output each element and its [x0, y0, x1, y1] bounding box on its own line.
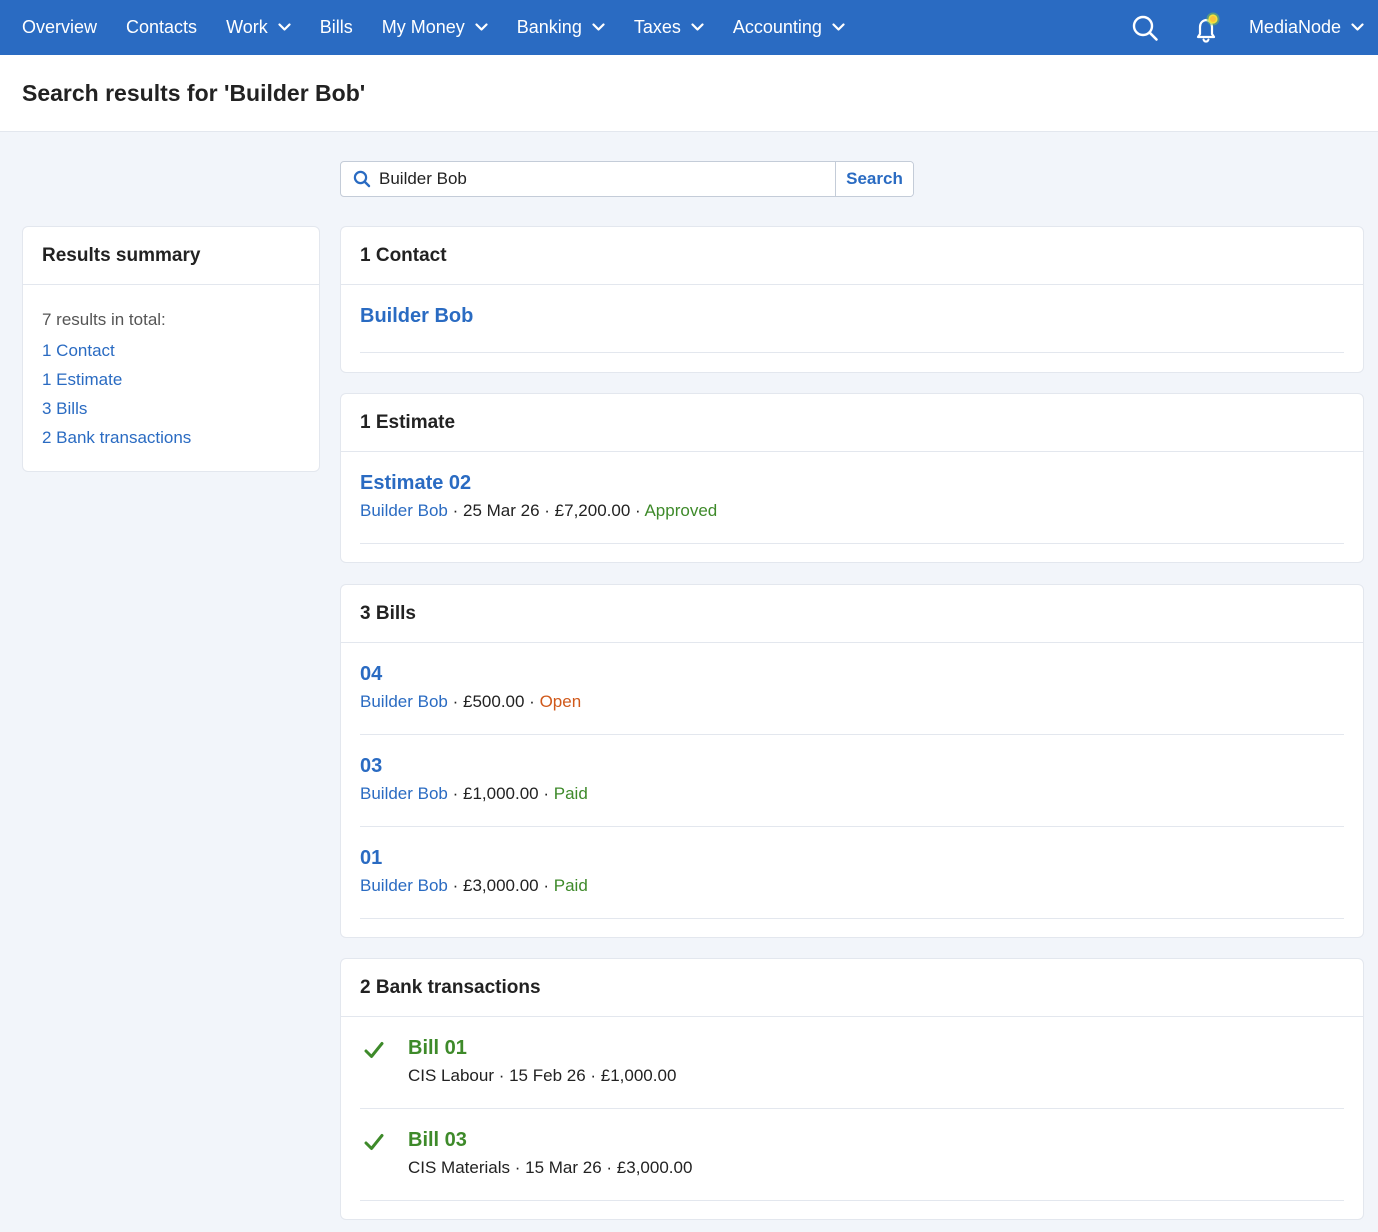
list-item: 01 Builder Bob · £3,000.00 · Paid: [360, 827, 1344, 919]
separator: ·: [538, 876, 554, 895]
estimate-link[interactable]: Estimate 02: [360, 472, 471, 494]
separator: ·: [630, 501, 645, 520]
nav-overview[interactable]: Overview: [22, 17, 97, 38]
list-item: 03 Builder Bob · £1,000.00 · Paid: [360, 735, 1344, 827]
nav-work[interactable]: Work: [226, 17, 291, 38]
estimates-heading: 1 Estimate: [341, 394, 1363, 452]
bank-transaction-link[interactable]: Bill 01: [408, 1037, 467, 1059]
results-summary-heading: Results summary: [23, 227, 319, 285]
nav-contacts[interactable]: Contacts: [126, 17, 197, 38]
account-name: MediaNode: [1248, 17, 1341, 37]
chevron-down-icon: [691, 23, 704, 31]
account-menu[interactable]: MediaNode: [1249, 17, 1364, 38]
separator: ·: [447, 784, 463, 803]
separator: ·: [447, 501, 463, 520]
estimates-results-card: 1 Estimate Estimate 02 Builder Bob · 25 …: [340, 393, 1364, 563]
nav-work-label: Work: [226, 17, 268, 37]
separator: ·: [447, 876, 463, 895]
separator: ·: [538, 784, 554, 803]
status-badge: Paid: [553, 876, 588, 895]
summary-link-estimates[interactable]: 1 Estimate: [42, 365, 300, 394]
list-item: Bill 03 CIS Materials · 15 Mar 26 · £3,0…: [360, 1109, 1344, 1201]
separator: ·: [524, 692, 540, 711]
bill-link[interactable]: 03: [360, 755, 382, 777]
status-badge: Paid: [553, 784, 588, 803]
bank-transaction-meta: CIS Labour · 15 Feb 26 · £1,000.00: [408, 1066, 677, 1085]
bill-amount: £3,000.00: [463, 876, 539, 895]
nav-bills[interactable]: Bills: [320, 17, 353, 38]
list-item: Estimate 02 Builder Bob · 25 Mar 26 · £7…: [360, 452, 1344, 544]
nav-overview-label: Overview: [22, 17, 98, 37]
status-badge: Open: [539, 692, 582, 711]
bill-link[interactable]: 01: [360, 847, 382, 869]
bill-meta: Builder Bob · £500.00 · Open: [360, 692, 1344, 712]
nav-contacts-label: Contacts: [126, 17, 198, 37]
bell-notification-icon[interactable]: [1189, 11, 1223, 45]
nav-banking-label: Banking: [516, 17, 582, 37]
nav-actions: MediaNode: [1131, 0, 1378, 55]
bill-contact-link[interactable]: Builder Bob: [360, 784, 448, 803]
bank-transaction-meta: CIS Materials · 15 Mar 26 · £3,000.00: [408, 1158, 693, 1177]
bills-results-card: 3 Bills 04 Builder Bob · £500.00 · Open …: [340, 584, 1364, 938]
nav-my-money[interactable]: My Money: [382, 17, 488, 38]
summary-link-bills[interactable]: 3 Bills: [42, 394, 300, 423]
chevron-down-icon: [1351, 23, 1364, 31]
list-item: 04 Builder Bob · £500.00 · Open: [360, 643, 1344, 735]
estimate-meta: Builder Bob · 25 Mar 26 · £7,200.00 · Ap…: [360, 501, 1344, 521]
contacts-heading: 1 Contact: [341, 227, 1363, 285]
bill-link[interactable]: 04: [360, 663, 382, 685]
search-button[interactable]: Search: [835, 162, 913, 196]
check-icon: [364, 1042, 384, 1058]
estimate-amount: £7,200.00: [554, 501, 631, 520]
separator: ·: [539, 501, 555, 520]
nav-my-money-label: My Money: [381, 17, 465, 37]
results-total-text: 7 results in total:: [42, 310, 166, 329]
search-form: Search: [340, 161, 914, 197]
bank-transactions-results-card: 2 Bank transactions Bill 01 CIS Labour ·…: [340, 958, 1364, 1220]
search-icon: [353, 170, 371, 188]
list-item: Bill 01 CIS Labour · 15 Feb 26 · £1,000.…: [360, 1017, 1344, 1109]
bill-contact-link[interactable]: Builder Bob: [360, 692, 448, 711]
top-navigation-bar: Overview Contacts Work Bills My Money Ba…: [0, 0, 1378, 55]
bill-amount: £500.00: [463, 692, 525, 711]
results-summary-card: Results summary 7 results in total: 1 Co…: [22, 226, 320, 472]
bill-meta: Builder Bob · £1,000.00 · Paid: [360, 784, 1344, 804]
nav-taxes-label: Taxes: [633, 17, 681, 37]
bill-amount: £1,000.00: [463, 784, 539, 803]
chevron-down-icon: [592, 23, 605, 31]
page-header: Search results for 'Builder Bob': [0, 55, 1378, 132]
estimate-contact-link[interactable]: Builder Bob: [360, 501, 448, 520]
bill-contact-link[interactable]: Builder Bob: [360, 876, 448, 895]
nav-banking[interactable]: Banking: [517, 17, 605, 38]
search-input[interactable]: [379, 169, 819, 189]
list-item: Builder Bob: [360, 285, 1344, 353]
summary-link-bank-transactions[interactable]: 2 Bank transactions: [42, 423, 300, 452]
bank-transactions-heading: 2 Bank transactions: [341, 959, 1363, 1017]
main-menu: Overview Contacts Work Bills My Money Ba…: [22, 0, 874, 55]
bills-heading: 3 Bills: [341, 585, 1363, 643]
separator: ·: [447, 692, 463, 711]
check-icon: [364, 1134, 384, 1150]
contacts-results-card: 1 Contact Builder Bob: [340, 226, 1364, 373]
estimate-date: 25 Mar 26: [463, 501, 540, 520]
search-icon[interactable]: [1131, 14, 1159, 42]
bill-meta: Builder Bob · £3,000.00 · Paid: [360, 876, 1344, 896]
search-field-wrap: [341, 162, 835, 196]
status-badge: Approved: [644, 501, 718, 520]
contact-link[interactable]: Builder Bob: [360, 305, 473, 327]
bank-transaction-link[interactable]: Bill 03: [408, 1129, 467, 1151]
nav-taxes[interactable]: Taxes: [634, 17, 704, 38]
nav-bills-label: Bills: [319, 17, 353, 37]
page-title: Search results for 'Builder Bob': [22, 80, 366, 106]
chevron-down-icon: [475, 23, 488, 31]
chevron-down-icon: [278, 23, 291, 31]
nav-accounting-label: Accounting: [732, 17, 822, 37]
nav-accounting[interactable]: Accounting: [733, 17, 845, 38]
chevron-down-icon: [832, 23, 845, 31]
results-summary-body: 7 results in total: 1 Contact 1 Estimate…: [23, 285, 319, 452]
summary-link-contacts[interactable]: 1 Contact: [42, 336, 300, 365]
